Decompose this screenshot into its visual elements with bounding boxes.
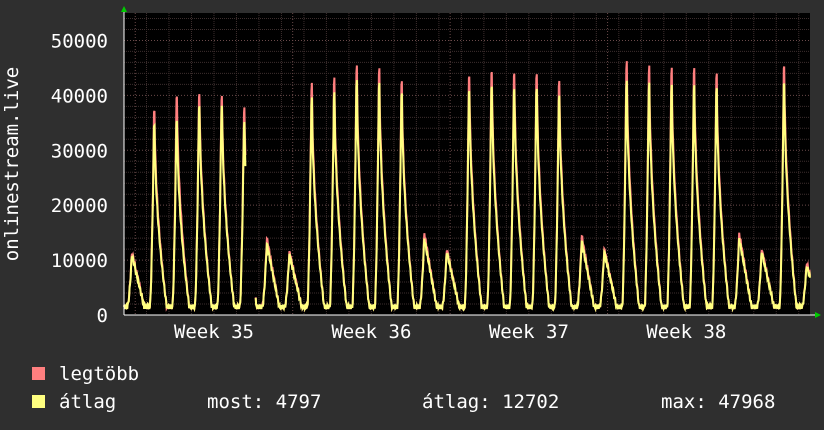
legend-swatch-max: [32, 367, 45, 380]
y-axis-arrow: [121, 6, 127, 12]
y-tick-label: 0: [97, 305, 108, 327]
traffic-chart: 0 10000 20000 30000 40000 50000 Week 35 Week 36…: [1, 6, 821, 343]
legend-label-max: legtöbb: [59, 363, 140, 385]
y-tick-label: 10000: [51, 250, 108, 272]
y-tick-label: 40000: [51, 85, 108, 107]
x-tick-label: Week 35: [174, 321, 254, 343]
y-tick-label: 30000: [51, 140, 108, 162]
legend-label-avg: átlag: [59, 391, 117, 413]
stat-current: most: 4797: [207, 391, 322, 413]
y-tick-label: 20000: [51, 195, 108, 217]
legend-swatch-avg: [32, 395, 45, 408]
x-tick-label: Week 37: [489, 321, 569, 343]
stat-maximum: max: 47968: [661, 391, 776, 413]
y-axis-label: onlinestream.live: [1, 67, 23, 261]
x-tick-label: Week 36: [331, 321, 411, 343]
x-tick-label: Week 38: [646, 321, 726, 343]
x-axis-arrow: [815, 312, 821, 318]
y-tick-label: 50000: [51, 30, 108, 52]
stat-average: átlag: 12702: [422, 391, 560, 413]
